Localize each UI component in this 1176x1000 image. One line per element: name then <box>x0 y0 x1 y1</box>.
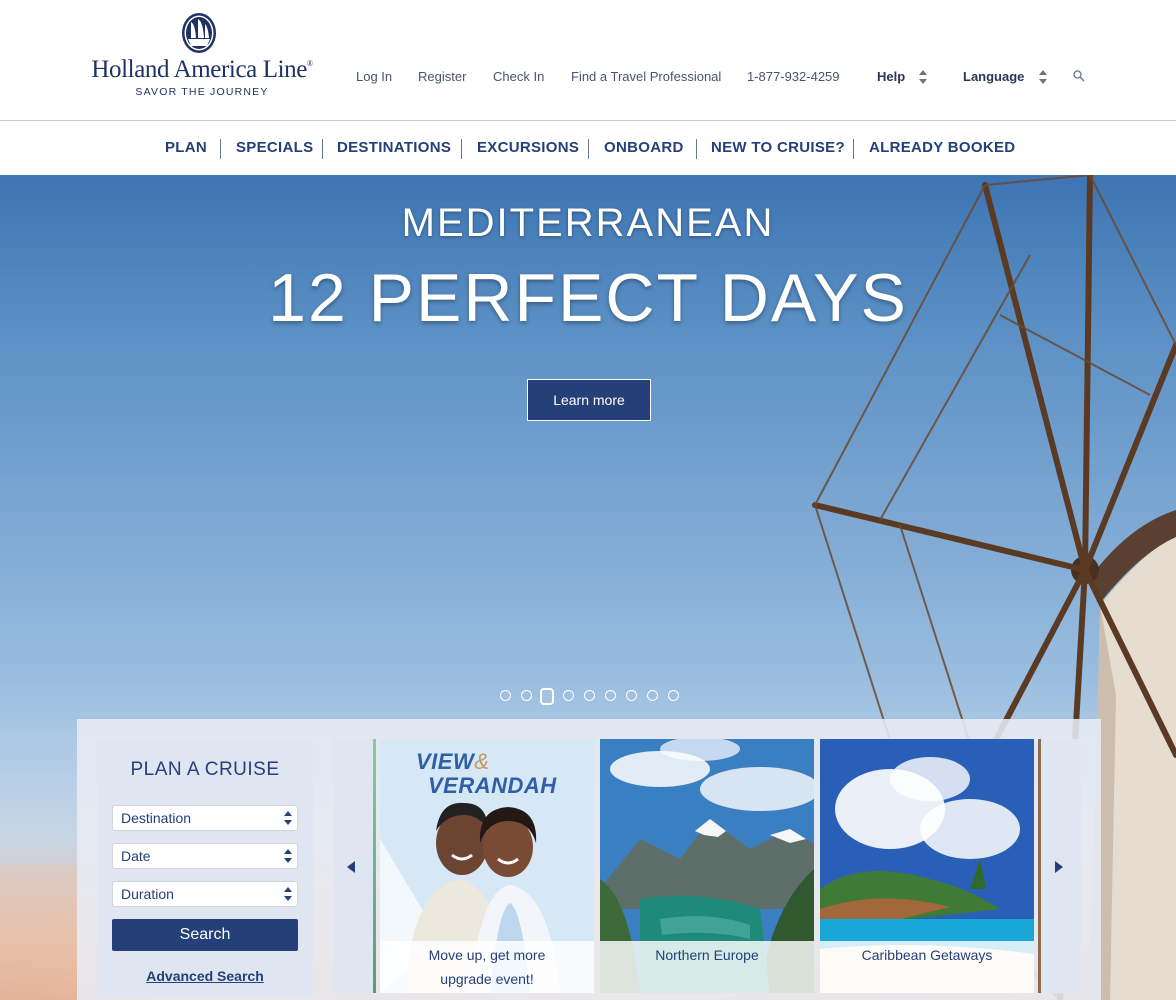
carousel-dot[interactable] <box>500 690 511 701</box>
promo-card-label: Caribbean Getaways <box>820 941 1034 993</box>
brand-logo[interactable]: Holland America Line® SAVOR THE JOURNEY <box>86 12 318 100</box>
nav-new-to-cruise[interactable]: NEW TO CRUISE? <box>711 137 845 159</box>
log-in-link[interactable]: Log In <box>356 68 392 86</box>
plan-a-cruise-title: PLAN A CRUISE <box>130 759 280 780</box>
sort-arrows-icon <box>284 811 292 825</box>
plan-a-cruise-form: PLAN A CRUISE Destination Date Duration <box>97 739 313 997</box>
carousel-dot-active[interactable] <box>540 688 554 705</box>
hero-title: 12 PERFECT DAYS <box>268 260 908 336</box>
previous-card-peek <box>373 739 376 993</box>
promo-card-label: Northern Europe <box>600 941 814 993</box>
duration-select-value: Duration <box>121 886 174 902</box>
promo-card-label: Move up, get more upgrade event! <box>380 941 594 993</box>
check-in-link[interactable]: Check In <box>493 68 544 86</box>
help-label: Help <box>877 69 906 84</box>
promo-next-button[interactable] <box>1041 739 1081 993</box>
register-link[interactable]: Register <box>418 68 466 86</box>
nav-onboard[interactable]: ONBOARD <box>604 137 684 159</box>
help-dropdown[interactable]: Help <box>877 68 905 86</box>
nav-divider <box>461 139 462 159</box>
nav-divider <box>696 139 697 159</box>
hero-kicker: MEDITERRANEAN <box>401 201 775 245</box>
destination-select[interactable]: Destination <box>112 805 298 831</box>
view-verandah-logo-line2: VERANDAH <box>428 773 557 798</box>
brand-name: Holland America Line® <box>91 56 313 83</box>
carousel-dot[interactable] <box>584 690 595 701</box>
nav-plan[interactable]: PLAN <box>165 137 207 159</box>
plan-and-promos-panel: PLAN A CRUISE Destination Date Duration <box>77 719 1101 1000</box>
carousel-pagination <box>498 688 683 706</box>
carousel-dot[interactable] <box>563 690 574 701</box>
promo-card-view-verandah[interactable]: VIEW& VERANDAH Move up, get more upgrade… <box>380 739 594 993</box>
hero-banner: MEDITERRANEAN 12 PERFECT DAYS Learn more… <box>0 175 1176 1000</box>
carousel-dot[interactable] <box>647 690 658 701</box>
nav-divider <box>853 139 854 159</box>
promo-card-caribbean-getaways[interactable]: Caribbean Getaways <box>820 739 1034 993</box>
nav-destinations[interactable]: DESTINATIONS <box>337 137 451 159</box>
language-dropdown[interactable]: Language <box>963 68 1024 86</box>
caret-right-icon <box>1055 861 1063 873</box>
sort-arrows-icon <box>919 70 927 84</box>
find-travel-professional-link[interactable]: Find a Travel Professional <box>571 68 721 86</box>
site-header: Holland America Line® SAVOR THE JOURNEY … <box>0 0 1176 120</box>
promo-prev-button[interactable] <box>333 739 373 993</box>
ship-emblem-icon <box>182 13 216 53</box>
learn-more-button[interactable]: Learn more <box>527 379 651 421</box>
destination-select-value: Destination <box>121 810 192 826</box>
duration-select[interactable]: Duration <box>112 881 298 907</box>
nav-divider <box>588 139 589 159</box>
sort-arrows-icon <box>1039 70 1047 84</box>
brand-tagline: SAVOR THE JOURNEY <box>135 86 269 98</box>
date-select-value: Date <box>121 848 151 864</box>
carousel-dot[interactable] <box>626 690 637 701</box>
nav-divider <box>220 139 221 159</box>
carousel-dot[interactable] <box>521 690 532 701</box>
main-nav: PLAN SPECIALS DESTINATIONS EXCURSIONS ON… <box>0 120 1176 176</box>
nav-divider <box>322 139 323 159</box>
carousel-dot[interactable] <box>668 690 679 701</box>
promo-card-northern-europe[interactable]: Northern Europe <box>600 739 814 993</box>
phone-number-link[interactable]: 1-877-932-4259 <box>747 68 840 86</box>
language-label: Language <box>963 69 1025 84</box>
view-verandah-logo: VIEW& <box>416 749 490 774</box>
search-icon[interactable] <box>1073 70 1085 82</box>
advanced-search-link[interactable]: Advanced Search <box>97 968 313 984</box>
sort-arrows-icon <box>284 849 292 863</box>
date-select[interactable]: Date <box>112 843 298 869</box>
carousel-dot[interactable] <box>605 690 616 701</box>
nav-already-booked[interactable]: ALREADY BOOKED <box>869 137 1015 159</box>
nav-excursions[interactable]: EXCURSIONS <box>477 137 579 159</box>
search-button[interactable]: Search <box>112 919 298 951</box>
sort-arrows-icon <box>284 887 292 901</box>
nav-specials[interactable]: SPECIALS <box>236 137 313 159</box>
caret-left-icon <box>347 861 355 873</box>
